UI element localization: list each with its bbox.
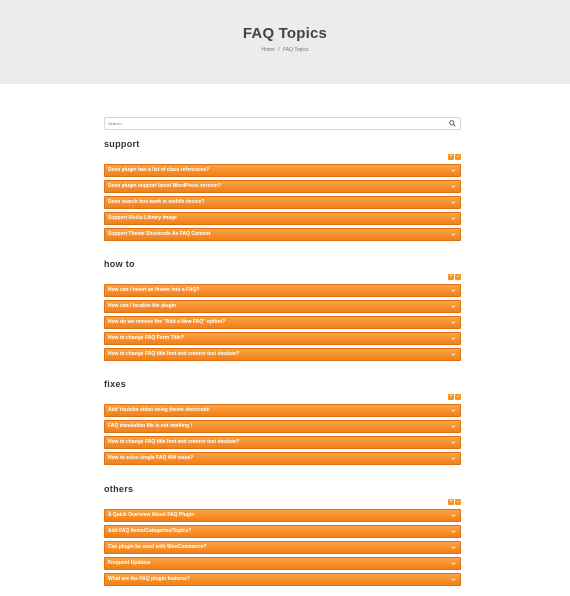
- chevron-down-icon: [451, 425, 456, 428]
- chevron-down-icon: [451, 353, 456, 356]
- faq-question: Support Media Library Image: [108, 215, 177, 221]
- faq-question: How to change FAQ Form Title?: [108, 335, 184, 341]
- faq-question: Frequent Updates: [108, 560, 151, 566]
- topic-heading: support: [104, 139, 140, 149]
- faq-item[interactable]: How can I localize the plugin: [104, 300, 461, 313]
- collapse-all-button[interactable]: −: [455, 154, 461, 160]
- faq-item[interactable]: How to solve single FAQ 404 issue?: [104, 452, 461, 465]
- expand-collapse-controls: + −: [447, 499, 461, 505]
- faq-question: Does search box work in mobile device?: [108, 199, 205, 205]
- expand-all-button[interactable]: +: [448, 274, 454, 280]
- chevron-down-icon: [451, 169, 456, 172]
- chevron-down-icon: [451, 562, 456, 565]
- chevron-down-icon: [451, 441, 456, 444]
- faq-item[interactable]: Does search box work in mobile device?: [104, 196, 461, 209]
- faq-question: Does plugin has a list of class referenc…: [108, 167, 210, 173]
- faq-item[interactable]: Add Youtube video using theme shortcode: [104, 404, 461, 417]
- faq-question: How can I localize the plugin: [108, 303, 177, 309]
- faq-question: A Quick Overview About FAQ Plugin: [108, 512, 195, 518]
- faq-question: Support Theme Shortcode As FAQ Content: [108, 231, 211, 237]
- chevron-down-icon: [451, 289, 456, 292]
- faq-item[interactable]: Support Theme Shortcode As FAQ Content: [104, 228, 461, 241]
- faq-question: How do we remove the "Add a New FAQ" opt…: [108, 319, 226, 325]
- expand-collapse-controls: + −: [447, 154, 461, 160]
- chevron-down-icon: [451, 185, 456, 188]
- chevron-down-icon: [451, 530, 456, 533]
- faq-item[interactable]: Frequent Updates: [104, 557, 461, 570]
- page-header: FAQ Topics Home / FAQ Topics: [0, 0, 570, 84]
- chevron-down-icon: [451, 578, 456, 581]
- faq-question: How to change FAQ title font and remove …: [108, 439, 240, 445]
- faq-item[interactable]: Does plugin support latest WordPress ver…: [104, 180, 461, 193]
- faq-item[interactable]: Does plugin has a list of class referenc…: [104, 164, 461, 177]
- faq-list: Does plugin has a list of class referenc…: [104, 164, 461, 244]
- faq-item[interactable]: FAQ translation file is not working !: [104, 420, 461, 433]
- expand-collapse-controls: + −: [447, 274, 461, 280]
- chevron-down-icon: [451, 514, 456, 517]
- chevron-down-icon: [451, 337, 456, 340]
- faq-item[interactable]: How to change FAQ Form Title?: [104, 332, 461, 345]
- search-input[interactable]: [108, 118, 438, 129]
- faq-item[interactable]: Support Media Library Image: [104, 212, 461, 225]
- page-title: FAQ Topics: [242, 25, 328, 42]
- collapse-all-button[interactable]: −: [455, 394, 461, 400]
- faq-item[interactable]: How do we remove the "Add a New FAQ" opt…: [104, 316, 461, 329]
- faq-question: How to solve single FAQ 404 issue?: [108, 455, 194, 461]
- faq-question: How to change FAQ title font and remove …: [108, 351, 240, 357]
- faq-item[interactable]: What are the FAQ plugin features?: [104, 573, 461, 586]
- faq-item[interactable]: How to change FAQ title font and remove …: [104, 436, 461, 449]
- breadcrumb: Home / FAQ Topics: [0, 47, 570, 53]
- search-box: [104, 117, 461, 130]
- search-icon[interactable]: [449, 120, 456, 127]
- chevron-down-icon: [451, 217, 456, 220]
- topic-heading: fixes: [104, 379, 127, 389]
- chevron-down-icon: [451, 546, 456, 549]
- chevron-down-icon: [451, 305, 456, 308]
- expand-all-button[interactable]: +: [448, 394, 454, 400]
- expand-collapse-controls: + −: [447, 394, 461, 400]
- chevron-down-icon: [451, 201, 456, 204]
- breadcrumb-separator: /: [278, 47, 280, 53]
- faq-question: Add FAQ Items/Categories/Topics?: [108, 528, 192, 534]
- collapse-all-button[interactable]: −: [455, 274, 461, 280]
- chevron-down-icon: [451, 321, 456, 324]
- faq-question: FAQ translation file is not working !: [108, 423, 193, 429]
- faq-item[interactable]: How can I insert an iframe into a FAQ?: [104, 284, 461, 297]
- faq-question: Add Youtube video using theme shortcode: [108, 407, 210, 413]
- faq-item[interactable]: Add FAQ Items/Categories/Topics?: [104, 525, 461, 538]
- faq-content: support+−Does plugin has a list of class…: [104, 117, 461, 586]
- chevron-down-icon: [451, 233, 456, 236]
- breadcrumb-home-link[interactable]: Home: [262, 47, 275, 53]
- topic-heading: others: [104, 484, 134, 494]
- chevron-down-icon: [451, 457, 456, 460]
- faq-list: Add Youtube video using theme shortcode F…: [104, 404, 461, 468]
- faq-question: Can plugin be used with WooCommerce?: [108, 544, 207, 550]
- faq-question: What are the FAQ plugin features?: [108, 576, 190, 582]
- faq-list: A Quick Overview About FAQ Plugin Add FAQ…: [104, 509, 461, 589]
- faq-item[interactable]: A Quick Overview About FAQ Plugin: [104, 509, 461, 522]
- expand-all-button[interactable]: +: [448, 154, 454, 160]
- breadcrumb-current: FAQ Topics: [283, 47, 309, 53]
- faq-question: How can I insert an iframe into a FAQ?: [108, 287, 200, 293]
- expand-all-button[interactable]: +: [448, 499, 454, 505]
- collapse-all-button[interactable]: −: [455, 499, 461, 505]
- faq-question: Does plugin support latest WordPress ver…: [108, 183, 221, 189]
- topic-heading: how to: [104, 259, 135, 269]
- faq-item[interactable]: How to change FAQ title font and remove …: [104, 348, 461, 361]
- chevron-down-icon: [451, 409, 456, 412]
- faq-list: How can I insert an iframe into a FAQ? Ho…: [104, 284, 461, 364]
- faq-item[interactable]: Can plugin be used with WooCommerce?: [104, 541, 461, 554]
